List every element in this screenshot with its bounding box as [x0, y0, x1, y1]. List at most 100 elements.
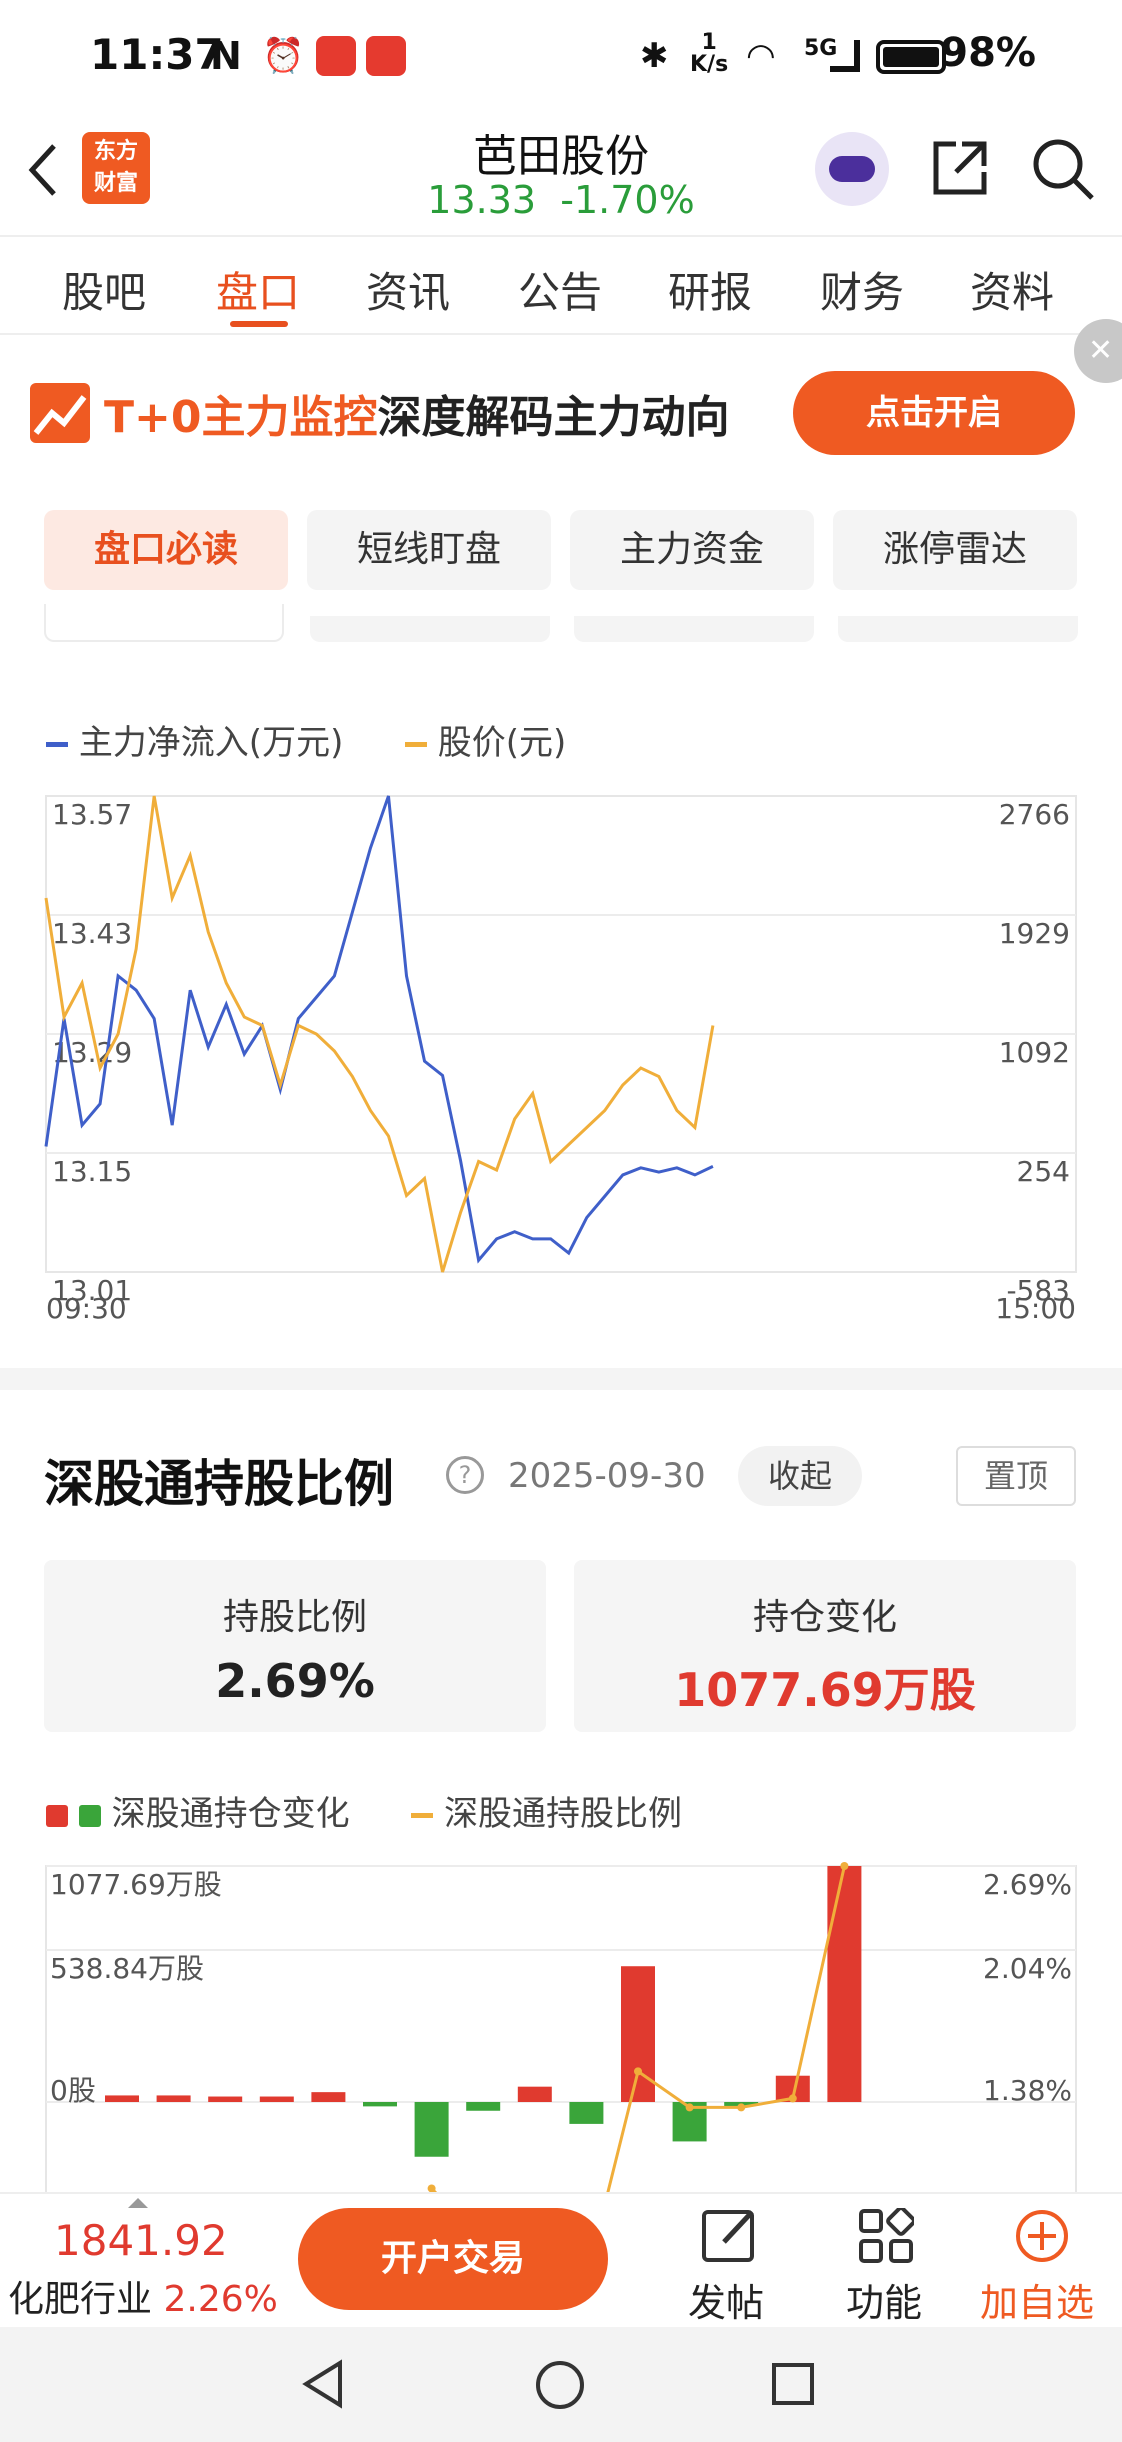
banner-description: 深度解码主力动向 — [377, 392, 730, 443]
robot-assistant-icon[interactable] — [815, 132, 889, 206]
legend-label: 深股通持仓变化 — [111, 1794, 350, 1834]
card-label: 持仓变化 — [752, 1597, 897, 1638]
industry-index[interactable]: 1841.92 — [54, 2216, 228, 2265]
holding-change-bar — [259, 2096, 294, 2102]
flow-legend: 主力净流入(万元) 股价(元) — [46, 715, 566, 764]
legend-swatch-up — [46, 1804, 68, 1827]
promo-banner[interactable]: T+0主力监控深度解码主力动向 点击开启 ✕ — [0, 319, 1122, 485]
y-left-tick-label: 0股 — [50, 2074, 96, 2107]
tab-finance[interactable]: 财务 — [820, 259, 904, 320]
app-logo: 东方 财富 — [82, 132, 150, 204]
tab-pankou[interactable]: 盘口 — [216, 259, 300, 320]
holding-change-bar — [517, 2086, 552, 2102]
collapse-button[interactable]: 收起 — [738, 1446, 862, 1506]
holding-change-bar — [363, 2102, 397, 2107]
tab-guba[interactable]: 股吧 — [62, 259, 146, 320]
taobao-icon — [316, 36, 356, 76]
holding-change-bar — [311, 2092, 346, 2102]
subtab-main-funds[interactable]: 主力资金 — [570, 510, 814, 590]
battery-level: 98% — [940, 30, 1036, 76]
y-right-tick-label: 1929 — [999, 917, 1070, 950]
section-title: 深股通持股比例 — [44, 1455, 394, 1513]
legend-label: 主力净流入(万元) — [78, 723, 344, 763]
help-icon[interactable]: ? — [446, 1456, 484, 1494]
tab-research[interactable]: 研报 — [668, 259, 752, 320]
y-left-tick-label: 13.43 — [52, 917, 132, 950]
bottom-toolbar: 1841.92 化肥行业 2.26% 开户交易 发帖 功能 加自选 — [0, 2192, 1122, 2327]
data-date: 2025-09-30 — [508, 1456, 706, 1496]
pin-button[interactable]: 置顶 — [956, 1446, 1076, 1506]
stock-price: 13.33 — [427, 178, 537, 222]
subtab-short-term[interactable]: 短线盯盘 — [307, 510, 551, 590]
status-time: 11:37 — [90, 30, 224, 79]
holding-change-bar — [569, 2102, 604, 2124]
y-right-tick-label: 2.69% — [983, 1868, 1072, 1901]
holding-change-bar — [208, 2096, 243, 2102]
trend-up-icon — [30, 383, 90, 443]
hk-legend: 深股通持仓变化 深股通持股比例 — [46, 1786, 682, 1835]
legend-label: 股价(元) — [437, 723, 567, 763]
network-speed: 1 K/s — [690, 30, 729, 77]
search-icon[interactable] — [1030, 136, 1096, 202]
y-right-tick-label: 2.04% — [983, 1952, 1072, 1985]
y-left-tick-label: 13.57 — [52, 798, 132, 831]
y-right-tick-label: 1092 — [999, 1036, 1070, 1069]
system-navigation-bar — [0, 2327, 1122, 2442]
holding-change-bar — [827, 1866, 862, 2102]
add-watchlist-label[interactable]: 加自选 — [980, 2272, 1094, 2327]
card-label: 持股比例 — [222, 1597, 367, 1638]
tab-news[interactable]: 资讯 — [366, 259, 450, 320]
banner-highlight: T+0主力监控 — [104, 392, 378, 443]
tab-announcements[interactable]: 公告 — [518, 259, 602, 320]
share-icon[interactable] — [928, 136, 992, 200]
bluetooth-icon: ✱ — [640, 36, 669, 76]
function-grid-icon[interactable] — [858, 2208, 914, 2264]
legend-swatch — [411, 1813, 434, 1818]
holding-change-bar — [156, 2095, 191, 2102]
open-account-button[interactable]: 开户交易 — [298, 2208, 608, 2310]
legend-swatch — [404, 742, 427, 747]
nav-recents-icon[interactable] — [770, 2361, 816, 2407]
y-left-tick-label: 538.84万股 — [50, 1952, 204, 1985]
dropdown-card-edge — [310, 616, 550, 642]
add-watchlist-icon[interactable] — [1014, 2208, 1070, 2264]
position-change-card: 持仓变化 1077.69万股 — [574, 1560, 1076, 1732]
nfc-icon: N — [210, 34, 242, 78]
holding-change-bar — [466, 2102, 501, 2111]
main-tabs: 股吧 盘口 资讯 公告 研报 财务 资料 — [0, 235, 1122, 335]
battery-icon — [876, 40, 946, 74]
subtab-limit-up-radar[interactable]: 涨停雷达 — [833, 510, 1077, 590]
hk-holding-chart[interactable]: 1077.69万股 538.84万股 0股 2.69% 2.04% 1.38% — [0, 1850, 1122, 2192]
holding-change-bar — [105, 2095, 139, 2102]
dropdown-card-edge — [838, 616, 1078, 642]
subtab-must-read[interactable]: 盘口必读 — [44, 510, 288, 590]
enable-button[interactable]: 点击开启 — [793, 371, 1075, 455]
y-right-tick-label: 2766 — [999, 798, 1070, 831]
tab-profile[interactable]: 资料 — [970, 259, 1054, 320]
nav-back-icon[interactable] — [300, 2359, 350, 2409]
post-icon[interactable] — [700, 2206, 760, 2266]
industry-info[interactable]: 化肥行业 2.26% — [8, 2270, 278, 2322]
main-flow-chart[interactable]: 13.5713.4313.2913.1513.01276619291092254… — [0, 780, 1122, 1320]
taobao-icon — [366, 36, 406, 76]
card-value: 2.69% — [215, 1654, 375, 1708]
industry-change: 2.26% — [163, 2279, 278, 2320]
y-right-tick-label: 254 — [1017, 1155, 1070, 1188]
banner-text: T+0主力监控深度解码主力动向 — [104, 381, 730, 445]
dropdown-card-edge — [574, 616, 814, 642]
stock-quote: 13.33 -1.70% — [411, 178, 711, 222]
function-label[interactable]: 功能 — [846, 2272, 922, 2327]
stock-change: -1.70% — [560, 178, 695, 222]
post-label[interactable]: 发帖 — [688, 2272, 764, 2327]
wifi-icon: ◠ — [746, 36, 776, 76]
legend-swatch-down — [78, 1804, 101, 1827]
holding-change-bar — [414, 2102, 449, 2157]
back-icon[interactable] — [22, 140, 62, 200]
card-value: 1077.69万股 — [674, 1663, 976, 1717]
x-tick-label: 15:00 — [995, 1292, 1076, 1320]
nav-home-icon[interactable] — [534, 2359, 586, 2411]
status-bar: 11:37 N ⏰ ✱ 1 K/s ◠ 5G 98% — [0, 0, 1122, 110]
y-left-tick-label: 13.15 — [52, 1155, 132, 1188]
holding-change-bar — [621, 1966, 655, 2102]
expand-arrow-icon[interactable] — [128, 2198, 148, 2208]
